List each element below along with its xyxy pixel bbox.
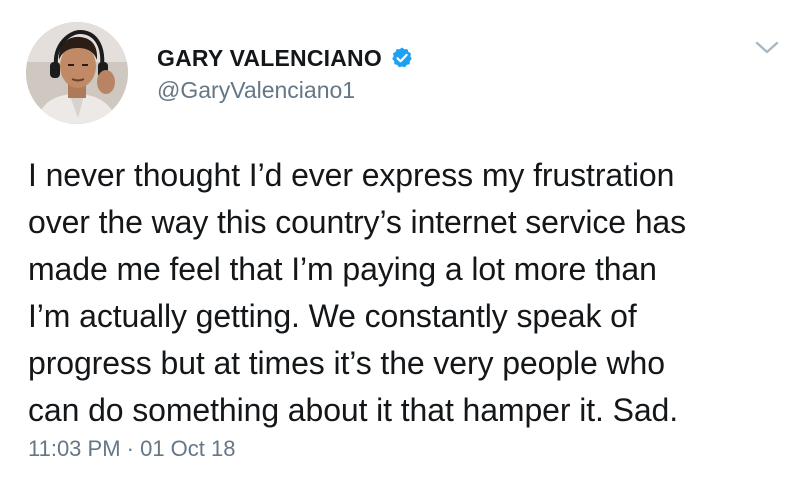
tweet-text-line: over the way this country’s internet ser… [28, 204, 687, 240]
tweet-text-line: can do something about it that hamper it… [28, 392, 679, 428]
tweet-text-line: I’m actually getting. We constantly spea… [28, 298, 637, 334]
user-handle[interactable]: @GaryValenciano1 [157, 77, 355, 104]
verified-badge-icon [390, 46, 414, 70]
tweet-text-line: progress but at times it’s the very peop… [28, 345, 665, 381]
tweet-timestamp[interactable]: 11:03 PM · 01 Oct 18 [28, 436, 235, 462]
display-name[interactable]: GARY VALENCIANO [157, 45, 382, 72]
avatar[interactable] [26, 22, 128, 124]
tweet-text-line: I never thought I’d ever express my frus… [28, 157, 675, 193]
tweet-text-line: made me feel that I’m paying a lot more … [28, 251, 657, 287]
profile-photo [26, 22, 128, 124]
tweet-text: I never thought I’d ever express my frus… [28, 152, 788, 434]
author-name-row: GARY VALENCIANO [157, 42, 414, 74]
tweet-card: GARY VALENCIANO @GaryValenciano1 I never… [0, 0, 800, 488]
chevron-down-icon[interactable] [752, 36, 782, 60]
